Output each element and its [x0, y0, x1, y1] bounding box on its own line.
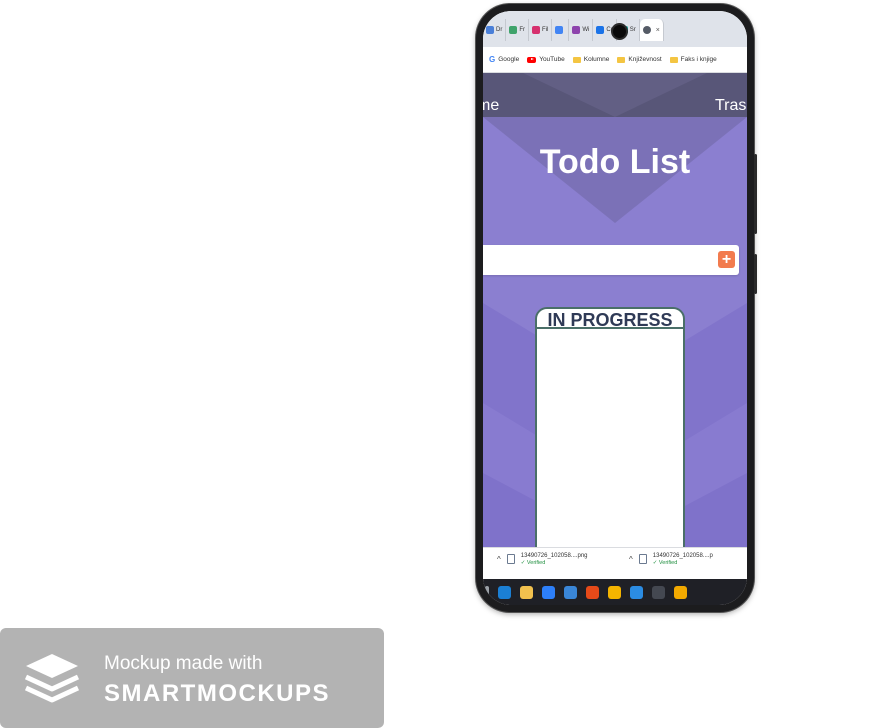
app-icon	[596, 26, 605, 34]
bookmark-google[interactable]: G Google	[489, 55, 519, 64]
terminal-icon[interactable]	[652, 585, 665, 599]
folder-icon	[669, 56, 678, 63]
taskbar-edge-icon	[485, 585, 489, 599]
nav-link-trash[interactable]: Tras	[715, 97, 746, 115]
google-icon	[555, 26, 564, 34]
vscode-icon[interactable]	[630, 585, 643, 599]
bookmark-faks[interactable]: Faks i knjige	[669, 56, 717, 63]
todo-app-page: me Tras Todo List + IN PROGRESS	[483, 73, 747, 547]
browser-tab-active[interactable]: ×	[639, 19, 664, 41]
download-status: ✓ Verified	[520, 560, 546, 566]
chrome-icon[interactable]	[608, 585, 621, 599]
volume-button	[754, 154, 757, 234]
bookmark-label: Google	[498, 56, 520, 63]
new-task-input[interactable]: +	[483, 245, 739, 275]
youtube-icon	[527, 56, 537, 63]
power-button	[754, 254, 757, 294]
file-icon	[638, 554, 647, 564]
download-filename: 13490726_102058....p	[652, 553, 713, 559]
app-icon	[572, 26, 581, 34]
instagram-icon	[532, 26, 541, 34]
browser-tab-label: Sr	[629, 27, 636, 33]
folder-icon	[572, 56, 581, 63]
browser-tab-label: Fr	[519, 27, 526, 33]
bookmark-label: Faks i knjige	[680, 56, 717, 63]
chevron-up-icon[interactable]: ^	[629, 555, 633, 564]
in-progress-column: IN PROGRESS	[535, 307, 685, 547]
browser-tab-label: Dr	[496, 27, 503, 33]
download-status: ✓ Verified	[652, 560, 678, 566]
file-explorer-icon[interactable]	[520, 585, 533, 599]
office-icon[interactable]	[586, 585, 599, 599]
plus-icon: +	[721, 251, 732, 268]
column-title: IN PROGRESS	[537, 309, 683, 330]
bookmarks-bar: G Google YouTube Kolumne Književnost Fak…	[483, 47, 747, 73]
close-tab-icon[interactable]: ×	[656, 27, 660, 34]
mail-icon[interactable]	[564, 585, 577, 599]
browser-tab[interactable]: Fr	[506, 19, 530, 41]
chevron-up-icon[interactable]: ^	[497, 555, 501, 564]
layers-logo-icon	[24, 654, 80, 703]
page-favicon-icon	[642, 26, 651, 34]
bookmark-knjizevnost[interactable]: Književnost	[617, 56, 662, 63]
nav-link-home[interactable]: me	[483, 97, 499, 115]
badge-brand: SMARTMOCKUPS	[104, 680, 330, 707]
download-filename: 13490726_102058....png	[520, 553, 588, 559]
browser-tab[interactable]	[552, 19, 570, 41]
page-title: Todo List	[539, 143, 691, 181]
app-icon	[486, 26, 494, 34]
bookmark-label: YouTube	[539, 56, 565, 63]
top-navigation: me Tras	[483, 73, 747, 117]
nav-pattern	[523, 73, 707, 117]
mockup-canvas: Dr Fr Fil Wi Cr Sr × G Google YouTube Kolumne	[0, 0, 870, 728]
front-camera	[613, 25, 626, 38]
bookmark-label: Kolumne	[583, 56, 610, 63]
download-item[interactable]: ^ 13490726_102058....p ✓ Verified	[629, 552, 713, 566]
bookmark-youtube[interactable]: YouTube	[527, 56, 565, 63]
app-icon	[509, 26, 518, 34]
browser-tab[interactable]: Fil	[529, 19, 553, 41]
browser-tab-label: Wi	[582, 27, 590, 33]
download-item[interactable]: ^ 13490726_102058....png ✓ Verified	[497, 552, 588, 566]
folder-icon	[617, 56, 626, 63]
edge-icon[interactable]	[498, 585, 511, 599]
store-icon[interactable]	[542, 585, 555, 599]
badge-caption: Mockup made with	[104, 653, 263, 674]
browser-tab-label: Cr	[606, 27, 613, 33]
add-task-button[interactable]: +	[718, 251, 735, 268]
google-icon: G	[489, 55, 496, 64]
bookmark-kolumne[interactable]: Kolumne	[572, 56, 610, 63]
bookmark-label: Književnost	[628, 56, 662, 63]
file-icon	[506, 554, 515, 564]
smartmockups-badge: Mockup made with SMARTMOCKUPS	[0, 628, 384, 728]
downloads-bar: ^ 13490726_102058....png ✓ Verified ^ 13…	[483, 547, 747, 579]
browser-tab[interactable]: Dr	[483, 19, 507, 41]
phone-screen: Dr Fr Fil Wi Cr Sr × G Google YouTube Kolumne	[483, 11, 747, 605]
browser-tab[interactable]: Wi	[569, 19, 594, 41]
chrome-canary-icon[interactable]	[674, 585, 687, 599]
phone-frame: Dr Fr Fil Wi Cr Sr × G Google YouTube Kolumne	[476, 4, 757, 612]
os-taskbar	[483, 579, 747, 605]
browser-tab-label: Fil	[542, 27, 549, 33]
